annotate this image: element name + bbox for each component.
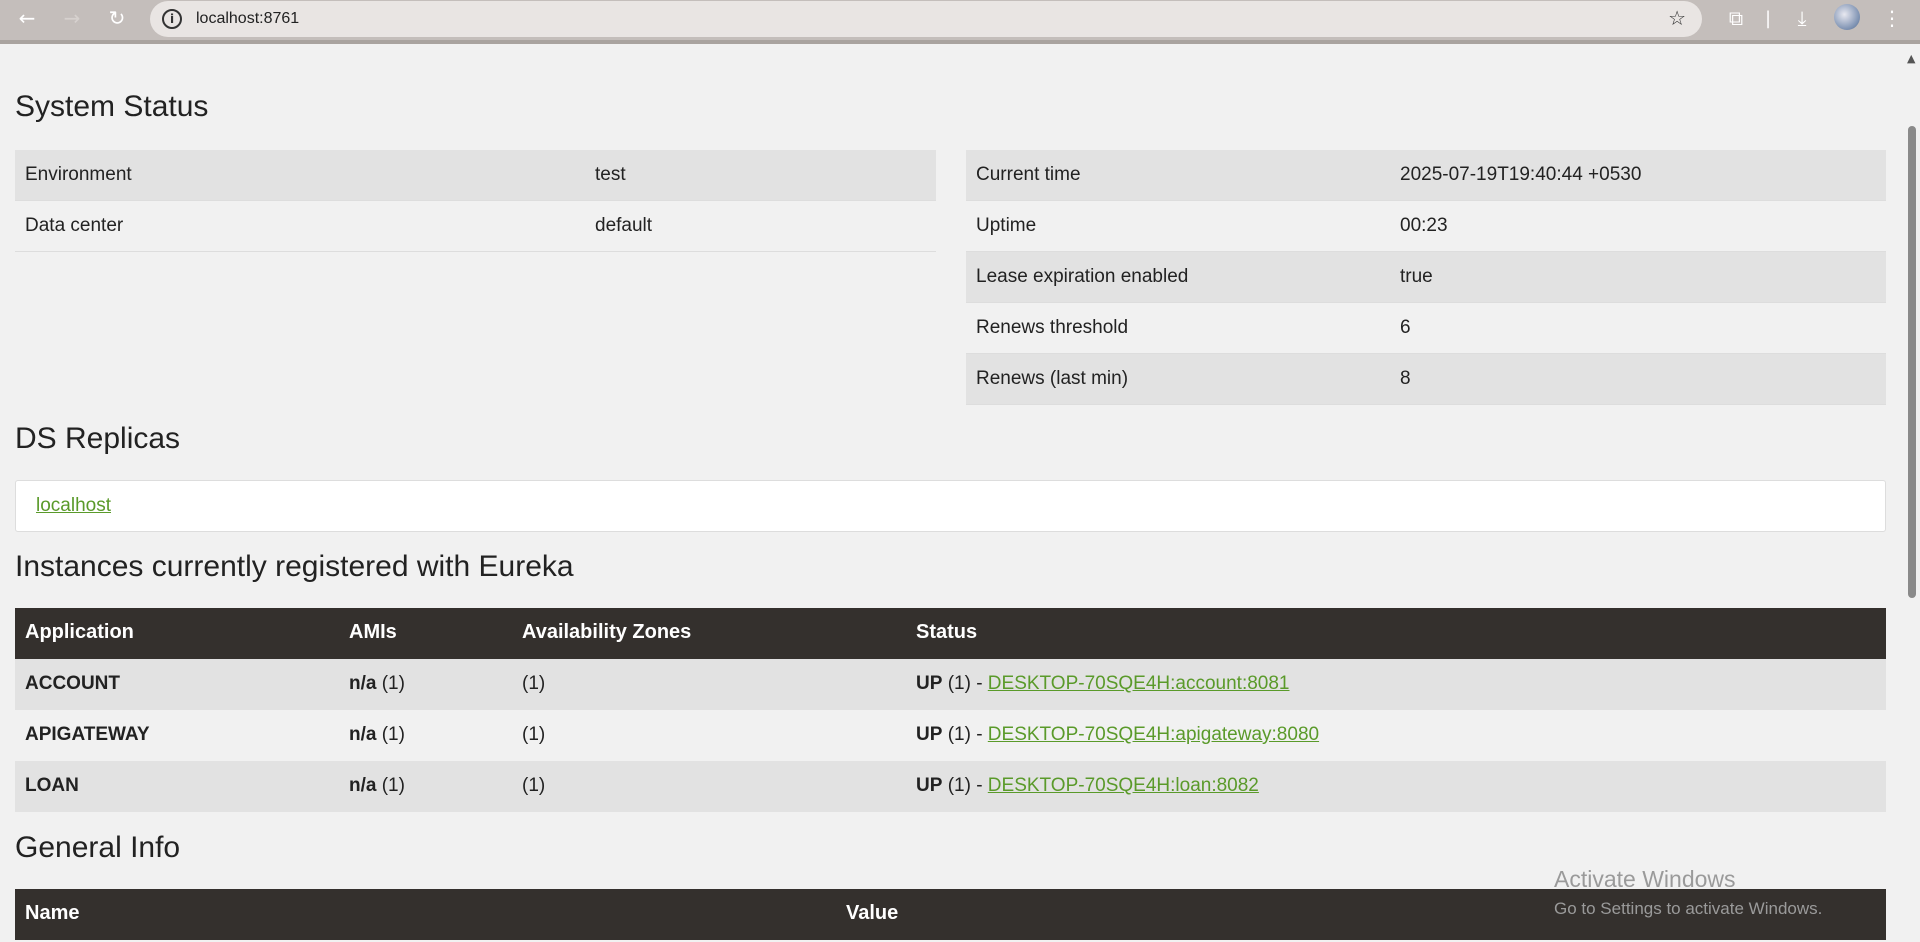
row-value: 2025-07-19T19:40:44 +0530 — [1400, 164, 1642, 185]
table-row: Uptime 00:23 — [966, 201, 1886, 252]
instance-link[interactable]: DESKTOP-70SQE4H:apigateway:8080 — [988, 724, 1319, 745]
table-row: Current time 2025-07-19T19:40:44 +0530 — [966, 150, 1886, 201]
table-row: ACCOUNT n/a (1) (1) UP (1) - DESKTOP-70S… — [15, 659, 1886, 710]
table-row: Lease expiration enabled true — [966, 252, 1886, 303]
row-value: test — [595, 164, 626, 185]
application-name: ACCOUNT — [25, 673, 120, 694]
star-icon[interactable]: ☆ — [1668, 6, 1686, 30]
address-url[interactable]: localhost:8761 — [196, 10, 299, 28]
column-header-amis[interactable]: AMIs — [349, 621, 397, 644]
row-label: Renews (last min) — [976, 368, 1129, 389]
amis-value: n/a — [349, 775, 377, 796]
browser-toolbar: ← → ↻ i localhost:8761 ☆ ⧉ | ⤓ ⋮ — [0, 0, 1920, 44]
replica-link[interactable]: localhost — [36, 495, 111, 517]
system-status-left-table: Environment test Data center default — [15, 150, 936, 252]
amis-cell: n/a (1) — [349, 775, 405, 797]
ds-replicas-heading: DS Replicas — [15, 422, 181, 455]
arrow-left-icon[interactable]: ← — [9, 4, 45, 32]
zones-cell: (1) — [522, 673, 546, 694]
table-row: Renews (last min) 8 — [966, 354, 1886, 405]
table-row: APIGATEWAY n/a (1) (1) UP (1) - DESKTOP-… — [15, 710, 1886, 761]
amis-count: (1) — [381, 724, 405, 745]
status-value: UP — [916, 673, 943, 694]
column-header-availability-zones[interactable]: Availability Zones — [522, 621, 691, 644]
download-icon[interactable]: ⤓ — [1786, 4, 1818, 32]
column-header-application[interactable]: Application — [25, 621, 134, 644]
scrollbar-thumb[interactable] — [1908, 126, 1916, 598]
row-value: true — [1400, 266, 1433, 287]
amis-value: n/a — [349, 673, 377, 694]
status-count: (1) - — [947, 775, 983, 796]
table-row: LOAN n/a (1) (1) UP (1) - DESKTOP-70SQE4… — [15, 761, 1886, 812]
arrow-right-icon[interactable]: → — [54, 4, 90, 32]
row-label: Environment — [25, 164, 132, 185]
reload-icon[interactable]: ↻ — [99, 4, 135, 32]
amis-cell: n/a (1) — [349, 673, 405, 695]
replicas-box: localhost — [15, 480, 1886, 532]
row-label: Renews threshold — [976, 317, 1129, 338]
instances-heading: Instances currently registered with Eure… — [15, 550, 574, 583]
row-value: 00:23 — [1400, 215, 1448, 236]
column-header-status[interactable]: Status — [916, 621, 977, 644]
table-row: Data center default — [15, 201, 936, 252]
windows-activation-watermark: Activate Windows Go to Settings to activ… — [1554, 866, 1822, 919]
column-header-name[interactable]: Name — [25, 902, 79, 925]
amis-cell: n/a (1) — [349, 724, 405, 746]
status-cell: UP (1) - DESKTOP-70SQE4H:apigateway:8080 — [916, 724, 1319, 746]
status-value: UP — [916, 724, 943, 745]
amis-count: (1) — [381, 673, 405, 694]
row-value: 8 — [1400, 368, 1411, 389]
status-cell: UP (1) - DESKTOP-70SQE4H:account:8081 — [916, 673, 1290, 695]
table-row: Renews threshold 6 — [966, 303, 1886, 354]
status-value: UP — [916, 775, 943, 796]
instances-table-header: Application AMIs Availability Zones Stat… — [15, 608, 1886, 659]
puzzle-icon[interactable]: ⧉ — [1720, 4, 1752, 32]
status-count: (1) - — [947, 724, 983, 745]
general-info-heading: General Info — [15, 831, 181, 864]
status-count: (1) - — [947, 673, 983, 694]
scroll-up-arrow-icon[interactable]: ▲ — [1907, 52, 1915, 65]
table-row: Environment test — [15, 150, 936, 201]
zones-cell: (1) — [522, 724, 546, 745]
amis-value: n/a — [349, 724, 377, 745]
instance-link[interactable]: DESKTOP-70SQE4H:loan:8082 — [988, 775, 1259, 796]
toolbar-separator: | — [1764, 7, 1772, 29]
address-bar[interactable]: i localhost:8761 ☆ — [150, 1, 1702, 37]
system-status-heading: System Status — [15, 90, 209, 123]
row-value: default — [595, 215, 653, 236]
column-header-value[interactable]: Value — [846, 902, 898, 925]
amis-count: (1) — [381, 775, 405, 796]
zones-cell: (1) — [522, 775, 546, 796]
row-label: Current time — [976, 164, 1081, 185]
application-name: LOAN — [25, 775, 79, 796]
status-cell: UP (1) - DESKTOP-70SQE4H:loan:8082 — [916, 775, 1259, 797]
application-name: APIGATEWAY — [25, 724, 150, 745]
avatar[interactable] — [1834, 4, 1860, 30]
row-label: Uptime — [976, 215, 1037, 236]
page-scrollbar[interactable]: ▲ — [1904, 48, 1920, 942]
row-label: Data center — [25, 215, 124, 236]
watermark-title: Activate Windows — [1554, 866, 1736, 892]
instance-link[interactable]: DESKTOP-70SQE4H:account:8081 — [988, 673, 1290, 694]
row-value: 6 — [1400, 317, 1411, 338]
kebab-menu-icon[interactable]: ⋮ — [1876, 4, 1908, 32]
system-status-right-table: Current time 2025-07-19T19:40:44 +0530 U… — [966, 150, 1886, 405]
page-content: System Status Environment test Data cent… — [0, 48, 1904, 942]
row-label: Lease expiration enabled — [976, 266, 1189, 287]
watermark-subtitle: Go to Settings to activate Windows. — [1554, 899, 1823, 918]
info-icon[interactable]: i — [162, 9, 182, 29]
